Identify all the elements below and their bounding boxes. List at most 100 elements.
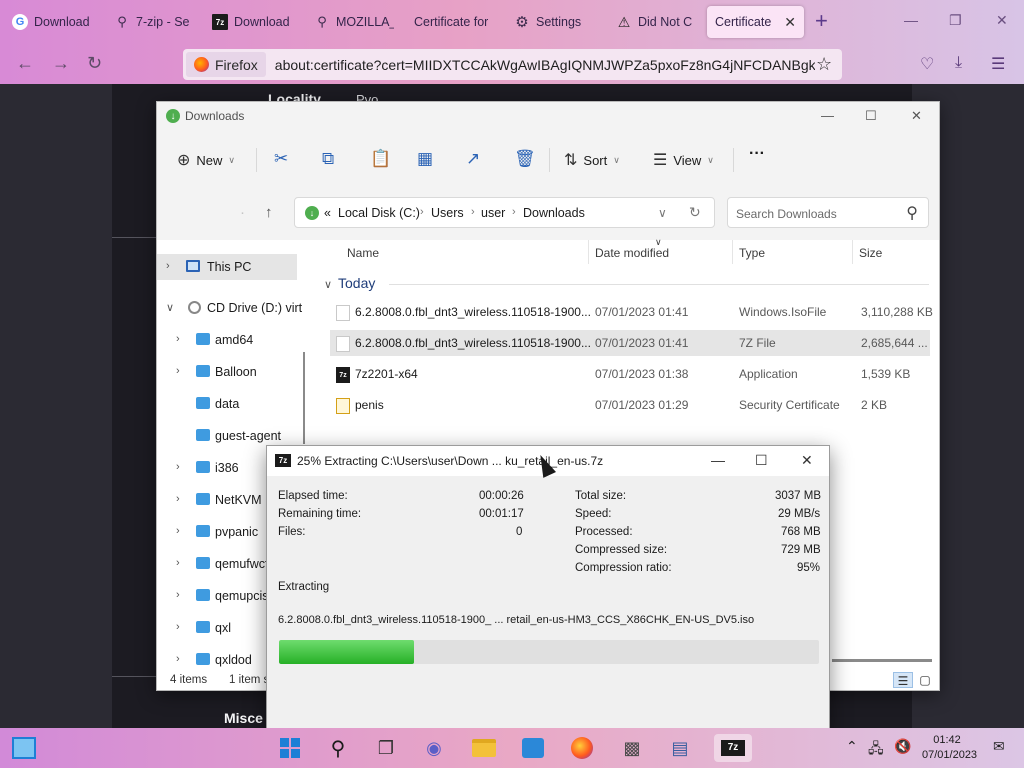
- nav-item-this-pc[interactable]: › This PC: [157, 254, 297, 280]
- view-button[interactable]: ☰ View ∨: [653, 150, 714, 170]
- chevron-right-icon[interactable]: ›: [176, 461, 180, 473]
- details-view-icon[interactable]: ☰: [893, 672, 913, 688]
- breadcrumb-users[interactable]: Users: [431, 206, 464, 220]
- tab-7zip-download[interactable]: 7z Download: [204, 6, 300, 38]
- address-bar[interactable]: ↓ « Local Disk (C:) › Users › user › Dow…: [294, 197, 715, 228]
- breadcrumb-user[interactable]: user: [481, 206, 505, 220]
- breadcrumb-downloads[interactable]: Downloads: [523, 206, 585, 220]
- rename-icon[interactable]: ▦: [417, 149, 433, 169]
- tab-settings[interactable]: ⚙ Settings: [506, 6, 602, 38]
- chevron-right-icon[interactable]: ›: [176, 557, 180, 569]
- firefox-icon[interactable]: [568, 734, 596, 762]
- tab-did-not-connect[interactable]: ⚠ Did Not C: [608, 6, 704, 38]
- nav-item-folder[interactable]: data: [157, 391, 297, 417]
- close-icon[interactable]: ✕: [784, 14, 796, 31]
- widgets-icon[interactable]: [12, 737, 36, 759]
- copy-icon[interactable]: ⧉: [322, 149, 334, 169]
- tiles-view-icon[interactable]: ▢: [915, 672, 935, 688]
- paste-icon[interactable]: 📋: [370, 149, 391, 169]
- tab-certificate-for[interactable]: Certificate for: [406, 6, 502, 38]
- column-header-type[interactable]: Type: [739, 246, 765, 260]
- start-icon[interactable]: [276, 734, 304, 762]
- minimize-icon[interactable]: —: [821, 108, 834, 123]
- computer-icon[interactable]: ▤: [666, 734, 694, 762]
- breadcrumb-overflow[interactable]: «: [324, 206, 331, 220]
- nav-item-folder[interactable]: › Balloon: [157, 359, 297, 385]
- column-header-size[interactable]: Size: [859, 246, 882, 260]
- forward-icon[interactable]: →: [52, 54, 70, 72]
- maximize-icon[interactable]: ☐: [755, 452, 768, 469]
- new-button[interactable]: ⊕ New ∨: [177, 150, 235, 170]
- downloads-icon[interactable]: ⤓: [955, 54, 962, 72]
- chevron-right-icon[interactable]: ›: [166, 260, 170, 272]
- close-window-icon[interactable]: ✕: [801, 452, 813, 469]
- close-window-icon[interactable]: ✕: [911, 108, 922, 124]
- pocket-icon[interactable]: ♡: [920, 54, 934, 74]
- chevron-right-icon[interactable]: ›: [176, 365, 180, 377]
- chevron-right-icon[interactable]: ›: [176, 589, 180, 601]
- minimize-icon[interactable]: —: [711, 452, 725, 468]
- chevron-down-icon[interactable]: ∨: [658, 206, 667, 220]
- file-row[interactable]: penis 07/01/2023 01:29 Security Certific…: [330, 392, 930, 418]
- cut-icon[interactable]: ✂: [274, 149, 288, 169]
- tab-certificate-active[interactable]: Certificate f ✕: [707, 6, 804, 38]
- menu-icon[interactable]: ☰: [991, 54, 1005, 74]
- file-explorer-icon[interactable]: [470, 734, 498, 762]
- back-icon[interactable]: ←: [16, 54, 34, 72]
- network-drive-icon[interactable]: ▩: [618, 734, 646, 762]
- search-icon[interactable]: ⚲: [324, 734, 352, 762]
- task-view-icon[interactable]: ❐: [372, 734, 400, 762]
- group-header-today[interactable]: Today: [338, 275, 375, 291]
- close-window-icon[interactable]: ✕: [996, 12, 1008, 29]
- 7zip-icon[interactable]: 7z: [714, 734, 752, 762]
- more-options-button[interactable]: ···: [749, 145, 765, 163]
- chevron-right-icon[interactable]: ›: [420, 206, 424, 218]
- search-box[interactable]: Search Downloads ⚲: [727, 197, 929, 228]
- maximize-icon[interactable]: ❐: [949, 12, 962, 29]
- scrollbar[interactable]: [832, 659, 932, 662]
- identity-box[interactable]: Firefox: [186, 52, 266, 77]
- tab-download-google[interactable]: G Download: [4, 6, 100, 38]
- chevron-right-icon[interactable]: ›: [176, 621, 180, 633]
- chat-icon[interactable]: ◉: [420, 734, 448, 762]
- chevron-right-icon[interactable]: ›: [176, 333, 180, 345]
- maximize-icon[interactable]: ☐: [865, 108, 877, 124]
- notifications-icon[interactable]: ✉: [993, 738, 1005, 755]
- file-row[interactable]: 6.2.8008.0.fbl_dnt3_wireless.110518-1900…: [330, 299, 933, 325]
- 7zip-progress-dialog[interactable]: 7z 25% Extracting C:\Users\user\Down ...…: [266, 445, 830, 735]
- chevron-down-icon[interactable]: ∨: [166, 301, 174, 314]
- nav-item-cd-drive[interactable]: ∨ CD Drive (D:) virt: [157, 295, 302, 321]
- chevron-right-icon[interactable]: ›: [176, 525, 180, 537]
- chevron-right-icon[interactable]: ›: [512, 206, 516, 218]
- column-header-name[interactable]: Name: [347, 246, 379, 260]
- back-icon[interactable]: ·: [240, 204, 245, 221]
- network-icon[interactable]: 🖧: [868, 738, 884, 762]
- store-icon[interactable]: [519, 734, 547, 762]
- explorer-title-bar[interactable]: ↓ Downloads — ☐ ✕: [157, 102, 939, 132]
- column-header-date[interactable]: Date modified: [595, 246, 669, 260]
- bookmark-star-icon[interactable]: ☆: [816, 54, 832, 75]
- reload-icon[interactable]: ↻: [87, 54, 102, 72]
- url-bar[interactable]: Firefox about:certificate?cert=MIIDXTCCA…: [183, 49, 842, 80]
- chevron-right-icon[interactable]: ›: [471, 206, 475, 218]
- url-text[interactable]: about:certificate?cert=MIIDXTCCAkWgAwIBA…: [275, 57, 815, 73]
- new-tab-button[interactable]: +: [815, 10, 828, 32]
- chevron-down-icon[interactable]: ∨: [324, 278, 332, 291]
- chevron-up-icon[interactable]: ⌃: [846, 738, 858, 755]
- refresh-icon[interactable]: ↻: [689, 204, 701, 221]
- delete-icon[interactable]: 🗑: [514, 149, 536, 169]
- tab-7zip-search[interactable]: ⚲ 7-zip - Sea: [106, 6, 198, 38]
- minimize-icon[interactable]: —: [904, 12, 918, 28]
- tab-mozilla-search[interactable]: ⚲ MOZILLA_: [306, 6, 402, 38]
- sort-button[interactable]: ⇅ Sort ∨: [564, 150, 620, 170]
- clock[interactable]: 01:42 07/01/2023: [922, 733, 977, 763]
- breadcrumb-local-disk[interactable]: Local Disk (C:): [338, 206, 420, 220]
- share-icon[interactable]: ↗: [466, 149, 480, 169]
- up-icon[interactable]: ↑: [265, 204, 273, 221]
- chevron-right-icon[interactable]: ›: [176, 653, 180, 665]
- file-row-selected[interactable]: 6.2.8008.0.fbl_dnt3_wireless.110518-1900…: [330, 330, 930, 356]
- volume-muted-icon[interactable]: 🔇: [894, 738, 911, 755]
- nav-item-folder[interactable]: › amd64: [157, 327, 297, 353]
- file-row[interactable]: 7z 7z2201-x64 07/01/2023 01:38 Applicati…: [330, 361, 930, 387]
- scrollbar[interactable]: [303, 352, 305, 444]
